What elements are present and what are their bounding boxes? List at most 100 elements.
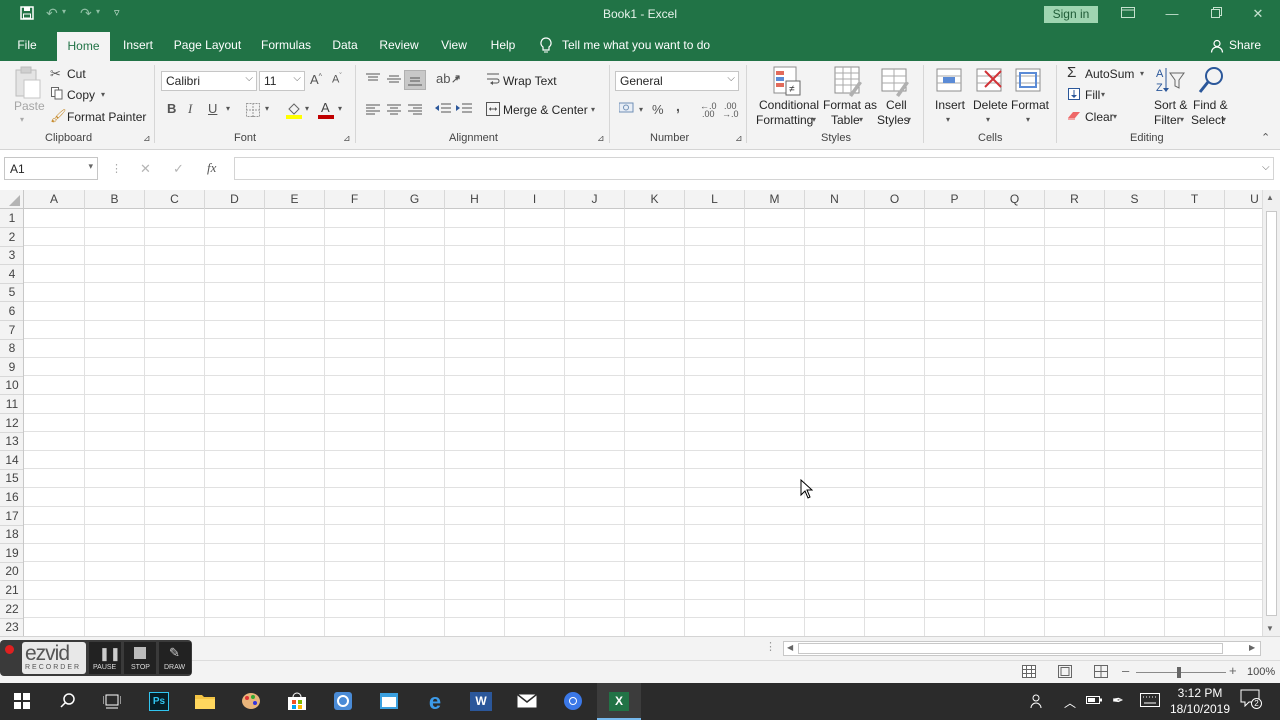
column-header[interactable]: R: [1045, 190, 1105, 209]
task-view-icon[interactable]: [90, 683, 134, 720]
expand-formula-bar-icon[interactable]: ⌵: [1262, 162, 1270, 173]
file-explorer-icon[interactable]: [183, 683, 227, 720]
paste-button[interactable]: Paste: [14, 99, 45, 113]
copy-icon[interactable]: [51, 87, 63, 103]
format-painter-icon[interactable]: 🖌: [50, 108, 67, 124]
increase-decimal-icon[interactable]: ←.0.00: [700, 102, 717, 119]
accounting-dropdown-icon[interactable]: ▾: [639, 105, 643, 114]
cell-grid[interactable]: [24, 209, 1262, 636]
share-button[interactable]: Share: [1210, 30, 1261, 61]
tell-me-search[interactable]: Tell me what you want to do: [562, 30, 712, 61]
column-header[interactable]: F: [325, 190, 385, 209]
tab-help[interactable]: Help: [486, 30, 520, 61]
wrap-text-button[interactable]: Wrap Text: [503, 74, 557, 88]
row-header[interactable]: 10: [0, 376, 23, 395]
select-all-button[interactable]: [0, 190, 24, 209]
fill-dropdown-icon[interactable]: ▾: [1101, 90, 1105, 99]
font-family-select[interactable]: Calibri ⌵: [161, 71, 257, 91]
fill-down-icon[interactable]: [1068, 88, 1080, 103]
underline-dropdown-icon[interactable]: ▾: [226, 104, 230, 113]
format-cells-icon[interactable]: [1014, 65, 1044, 97]
row-header[interactable]: 12: [0, 414, 23, 433]
clipboard-launcher-icon[interactable]: ⊿: [143, 133, 151, 144]
row-header[interactable]: 5: [0, 283, 23, 302]
align-left-icon[interactable]: [366, 104, 380, 118]
battery-icon[interactable]: [1086, 694, 1102, 709]
increase-indent-icon[interactable]: [456, 103, 472, 118]
middle-align-icon[interactable]: [387, 73, 401, 88]
font-size-select[interactable]: 11 ⌵: [259, 71, 305, 91]
column-header[interactable]: D: [205, 190, 265, 209]
chevron-down-icon[interactable]: ▾: [1180, 115, 1184, 124]
borders-dropdown-icon[interactable]: ▾: [265, 104, 269, 113]
cut-button[interactable]: Cut: [67, 67, 86, 81]
orientation-dropdown-icon[interactable]: ▾: [455, 74, 459, 83]
row-header[interactable]: 17: [0, 507, 23, 526]
row-header[interactable]: 22: [0, 600, 23, 619]
search-icon[interactable]: [46, 683, 90, 720]
cancel-entry-icon[interactable]: ✕: [140, 161, 151, 177]
borders-icon[interactable]: [246, 103, 260, 120]
excel-taskbar-icon[interactable]: X: [597, 683, 641, 720]
column-header[interactable]: L: [685, 190, 745, 209]
insert-cells-button[interactable]: Insert: [935, 98, 965, 112]
merge-center-icon[interactable]: [486, 102, 500, 119]
row-header[interactable]: 18: [0, 525, 23, 544]
row-header[interactable]: 2: [0, 228, 23, 247]
zoom-slider-thumb[interactable]: [1177, 667, 1181, 678]
column-header[interactable]: E: [265, 190, 325, 209]
fill-color-icon[interactable]: [286, 101, 302, 122]
row-header[interactable]: 14: [0, 451, 23, 470]
column-header[interactable]: J: [565, 190, 625, 209]
find-select-label-1[interactable]: Find &: [1193, 98, 1228, 112]
row-header[interactable]: 4: [0, 265, 23, 284]
pause-button[interactable]: ❚❚ PAUSE: [89, 642, 121, 674]
horizontal-scrollbar[interactable]: ◀ ▶: [783, 641, 1261, 656]
draw-button[interactable]: ✎ DRAW: [159, 642, 191, 674]
row-header[interactable]: 8: [0, 339, 23, 358]
row-header[interactable]: 7: [0, 321, 23, 340]
row-header[interactable]: 23: [0, 618, 23, 636]
autosum-button[interactable]: AutoSum: [1085, 67, 1134, 81]
tab-home[interactable]: Home: [57, 32, 110, 61]
mail-icon[interactable]: [505, 683, 549, 720]
photoshop-icon[interactable]: Ps: [137, 683, 181, 720]
system-clock[interactable]: 3:12 PM 18/10/2019: [1164, 685, 1236, 717]
stop-button[interactable]: STOP: [124, 642, 156, 674]
action-center-icon[interactable]: 2: [1240, 689, 1262, 713]
sort-filter-label-1[interactable]: Sort &: [1154, 98, 1187, 112]
wrap-text-icon[interactable]: [487, 72, 500, 89]
format-cells-button[interactable]: Format: [1011, 98, 1049, 112]
tab-data[interactable]: Data: [328, 30, 362, 61]
autosum-icon[interactable]: Σ: [1067, 64, 1076, 81]
column-header[interactable]: N: [805, 190, 865, 209]
cell-styles-label-2[interactable]: Styles: [877, 113, 910, 127]
format-as-table-label-2[interactable]: Table: [831, 113, 860, 127]
column-header[interactable]: K: [625, 190, 685, 209]
horizontal-scroll-thumb[interactable]: [798, 643, 1223, 654]
comma-style-button[interactable]: ,: [676, 98, 680, 114]
alignment-launcher-icon[interactable]: ⊿: [597, 133, 605, 144]
keyboard-icon[interactable]: [1140, 693, 1160, 710]
copy-dropdown-icon[interactable]: ▾: [101, 90, 105, 99]
restore-icon[interactable]: [1206, 4, 1226, 24]
column-header[interactable]: G: [385, 190, 445, 209]
paint-app-icon[interactable]: [229, 683, 273, 720]
vertical-scroll-thumb[interactable]: [1266, 211, 1277, 616]
tab-file[interactable]: File: [10, 30, 44, 61]
formula-input[interactable]: [234, 157, 1274, 180]
bold-button[interactable]: B: [167, 101, 176, 116]
decrease-font-size-icon[interactable]: Aˇ: [332, 73, 342, 86]
show-hidden-icons-icon[interactable]: ︿: [1064, 694, 1076, 711]
confirm-entry-icon[interactable]: ✓: [173, 161, 184, 177]
zoom-level[interactable]: 100%: [1247, 666, 1275, 678]
chevron-down-icon[interactable]: ▾: [1026, 115, 1030, 124]
row-header[interactable]: 21: [0, 581, 23, 600]
bottom-align-button[interactable]: [404, 70, 426, 90]
column-header[interactable]: B: [85, 190, 145, 209]
people-icon[interactable]: [1030, 693, 1046, 712]
chevron-down-icon[interactable]: ▾: [946, 115, 950, 124]
tab-review[interactable]: Review: [376, 30, 422, 61]
tab-insert[interactable]: Insert: [118, 30, 158, 61]
decrease-indent-icon[interactable]: [435, 103, 451, 118]
